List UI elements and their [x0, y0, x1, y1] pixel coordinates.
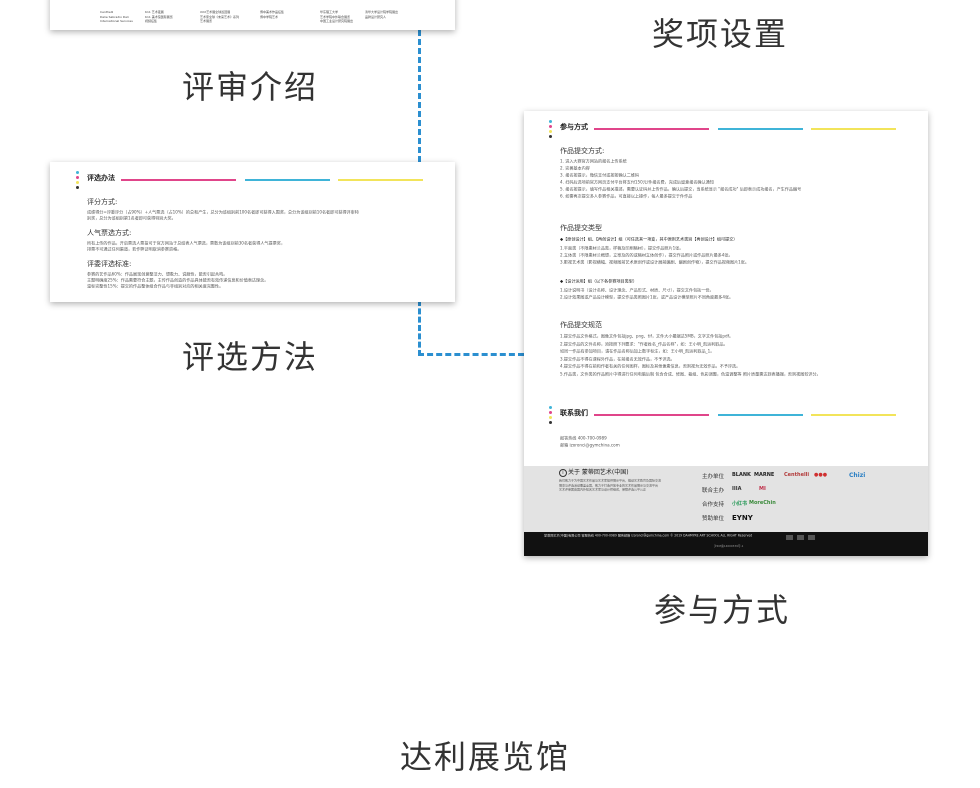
about-title: 关于 蒙蒂回艺术(中国)	[568, 469, 629, 476]
sponsor-label: 赞助单位	[702, 516, 725, 522]
gallery-label: 达利展览馆	[400, 738, 571, 776]
award-settings-label: 奖项设置	[652, 15, 789, 53]
info-icon: i	[559, 469, 567, 477]
color-bar-magenta	[594, 128, 709, 130]
color-bar-yellow	[338, 179, 423, 181]
color-bar-yellow	[811, 128, 896, 130]
intro-column-text: International Services	[100, 19, 133, 23]
co-organizer-label: 联合主办	[702, 488, 725, 494]
partner-logo: 小红书	[732, 501, 748, 507]
intro-column-text: 艺术家全球《未来艺术》系列	[200, 14, 240, 19]
text-line: 3.影视艺术类（影视横幅、视频图前艺术原创作或设计展前编剧、编剧创作物），提交作…	[560, 260, 749, 265]
color-bar-yellow	[811, 414, 896, 416]
intro-column-text: K11 艺术夜展	[145, 10, 164, 14]
criteria-heading: 评委评选标准:	[87, 260, 132, 268]
type-b-title: ◆【设计运用】组（以下各参赛项目类型）	[560, 279, 637, 284]
color-bar-cyan	[718, 128, 803, 130]
bottom-bar-text: 蒙蒂回艺术(中国)有限公司 客服热线 400-700-0989 服务邮箱 izo…	[544, 534, 753, 538]
popular-heading: 人气票选方式:	[87, 229, 132, 237]
wechat-icon[interactable]	[808, 535, 815, 540]
selection-method-label: 评选方法	[182, 338, 319, 376]
text-line: 1.平面类（不限素材兰品类，样稿及印刷稿材），提交作品照片1张。	[560, 246, 684, 251]
intro-column-text: XXX艺术展全球巡回展	[200, 10, 231, 14]
color-dots	[549, 406, 552, 426]
selection-method-card: 评选办法 评分方式: 成绩得分=评委评分（占90%）+人气票选（占10%）的总和…	[50, 162, 455, 302]
text-line: 如同一作品有参加项目，请在作品名称后加上数字标注，如：王小明_凯运利取品_1。	[560, 349, 715, 354]
co-organizer-logo: IIIA	[732, 486, 742, 492]
intro-column-text: 品牌设计研究人	[365, 14, 387, 19]
color-bar-cyan	[245, 179, 330, 181]
review-intro-card: Centhelli Dalie Sabradio Dali Internationa…	[50, 0, 455, 30]
text-line: 4.提交作品不得在前和作者有关的任何图样，图标及其他像素信息，否则视为无效作品，…	[560, 364, 741, 369]
text-line: 2.设计效果图或产品设计模型，提交作品类照图片1张，或产品设计模型照片不同角度最…	[560, 295, 734, 300]
intro-column-text: 清华大学设计院学院展出	[365, 10, 399, 14]
card-footer: i 关于 蒙蒂回艺术(中国) 我们致力于为中国艺术作品与艺术家提供展示平台，推动…	[524, 466, 928, 532]
text-line: 3.提交作品不得在课程外作品，在前报名无效作品，不予评选。	[560, 356, 675, 362]
weibo-icon[interactable]	[797, 535, 804, 540]
color-bar-magenta	[121, 179, 236, 181]
text-line: 1. 进入大赛官方网站的报名上传系统	[560, 159, 627, 164]
type-a-title: ◆【原创设计】组、【再创设计】组（可任选其一项变，其中原则艺术类别【再创设计】组…	[560, 237, 738, 242]
contact-email[interactable]: 邮箱 izoronci@gymchina.com	[560, 443, 620, 449]
bottom-bar-icp: 沪ICP备14000339号-1	[714, 545, 744, 549]
contact-title: 联系我们	[560, 409, 588, 417]
intro-column-text: 华东理工大学	[320, 10, 339, 14]
intro-column-text: 博中美术作品征集	[260, 10, 285, 14]
color-bar-magenta	[594, 414, 709, 416]
color-dots	[549, 120, 552, 140]
text-line: 2. 完善基本内容	[560, 166, 590, 171]
submit-heading: 作品提交方式:	[560, 147, 605, 155]
text-line: 3. 报名按提示，微信支付或按按确认二维码	[560, 173, 640, 178]
text-line: 5. 报名按提示，填写作品相关描述，需要认证码并上传作品，确认后提交，当系统显示…	[560, 187, 802, 192]
text-line: 1.设计说明书（设计名称、设计理念、产品形式、材质、尺寸），提交文件包括一份。	[560, 288, 714, 293]
organizer-logo: Chizi	[849, 472, 866, 479]
connector-line	[418, 30, 421, 162]
participation-card: 参与方式 作品提交方式: 1. 进入大赛官方网站的报名上传系统 2. 完善基本内容…	[524, 111, 928, 556]
card-bottom-bar: 蒙蒂回艺术(中国)有限公司 客服热线 400-700-0989 服务邮箱 izo…	[524, 532, 928, 556]
contact-phone: 报答热线 400-700-0989	[560, 436, 607, 441]
intro-column-text: 艺术展览	[200, 19, 213, 23]
intro-column-text: 博中学院艺术	[260, 14, 279, 19]
color-bar-cyan	[718, 414, 803, 416]
share-icon[interactable]	[786, 535, 793, 540]
participation-label: 参与方式	[654, 591, 791, 629]
text-line: 2.提交作品的文件名称，须按照下列要求："作者姓名_作品名称"，如：王小明_凯运…	[560, 341, 728, 347]
section-title: 评选办法	[87, 174, 115, 182]
popular-line: 排票不可通过任何渠道，若作弊证明取消参赛资格。	[87, 247, 182, 252]
section-title: 参与方式	[560, 123, 588, 131]
text-line: 2.立体类（不限素材兰概想，立案及的的或稿材立体创作），提交作品照片或作品照片最…	[560, 253, 733, 258]
organizer-logo: Centhelli	[784, 472, 810, 478]
partner-logo: MoreChin	[749, 500, 776, 506]
text-line: 1.提交作品文件格式，图像文件包括jpg、png、tif，文件大小最端达5MB，…	[560, 334, 734, 339]
organizer-logo: ●●●	[814, 472, 828, 478]
intro-column-text: K11 美术馆国际展览	[145, 14, 173, 19]
text-line: 我们致力于为中国艺术作品与艺术家提供展示平台，推动艺术教育及国际交流	[559, 479, 662, 483]
spec-heading: 作品提交规范	[560, 321, 602, 329]
intro-column-text: Centhelli	[100, 10, 114, 14]
intro-column-text: 中国工业设计研究院展出	[320, 19, 354, 23]
color-dots	[76, 171, 79, 191]
text-line: 5.作品类，文件类的作品照片中得进行任何电脑后制 包含合成、修图、裁组、色彩调整…	[560, 371, 821, 377]
criteria-line: 温标完整性15%：提交的作品整体组合作品与非组别对应的相关度完整性。	[87, 284, 224, 289]
organizer-logo: MARNE	[754, 472, 775, 478]
review-intro-label: 评审介绍	[182, 68, 319, 106]
scoring-line: 别奖，总分为该组别第1名者即可获得特别大奖。	[87, 216, 176, 221]
intro-column-text: 艺术学院中外联合展览	[320, 14, 351, 19]
co-organizer-logo: MI	[759, 486, 766, 492]
intro-column-text: 视频征集	[145, 19, 158, 23]
text-line: 6. 如需再次提交多人参赛作品，可直接以上操作，每人最多提交于件作品	[560, 194, 693, 199]
type-heading: 作品提交类型	[560, 224, 602, 232]
partner-label: 合作支持	[702, 502, 725, 508]
intro-column-text: Dalie Sabradio Dali	[100, 14, 129, 19]
organizer-logo: BLANK	[732, 472, 751, 478]
connector-line	[418, 353, 524, 356]
sponsor-logo: EYNY	[732, 514, 753, 522]
connector-line	[418, 300, 421, 356]
text-line: 4. 扫码后选项前官方网页支付平台将支付150元/件报名费，完成后留意报名确认通…	[560, 180, 714, 185]
text-line: 艺术评审团由国内外知名艺术家与设计师组成，保障评选公平公正	[559, 488, 647, 492]
scoring-heading: 评分方式:	[87, 198, 118, 206]
organizer-label: 主办单位	[702, 474, 725, 480]
